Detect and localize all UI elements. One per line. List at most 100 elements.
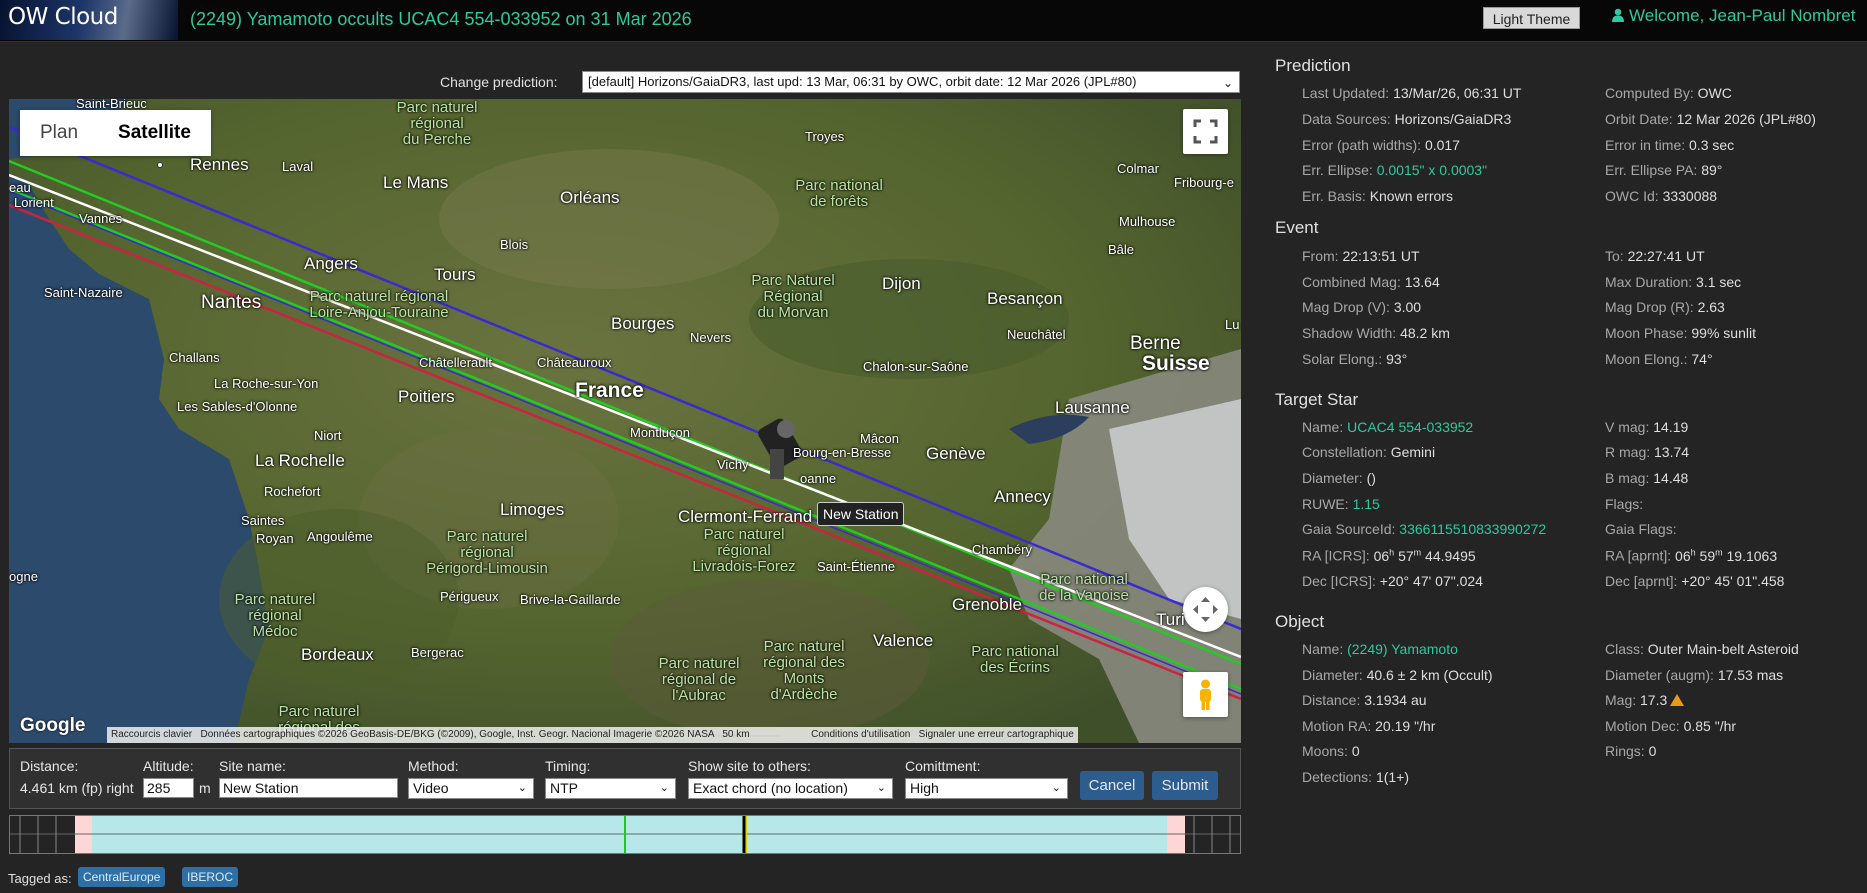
field-label: RUWE: (1302, 496, 1349, 512)
camera-control-button[interactable] (1183, 587, 1228, 632)
field-label: Moon Elong.: (1605, 351, 1688, 367)
show-site-select[interactable]: Exact chord (no location) ⌄ (688, 778, 893, 799)
place-label: Grenoble (952, 595, 1022, 614)
place-label: Angers (304, 254, 358, 273)
map-scale: 50 km (722, 729, 750, 740)
field-label: Orbit Date: (1605, 111, 1673, 127)
ra-icrs-minutes: 57 (1398, 547, 1414, 564)
place-label: Orléans (560, 188, 620, 207)
tab-satellite[interactable]: Satellite (98, 110, 211, 156)
satellite-map[interactable]: Plan Satellite Saint-Brieuc Rennes Laval… (9, 99, 1241, 743)
place-label: La Roche-sur-Yon (214, 376, 319, 391)
from-value: 22:13:51 UT (1342, 248, 1420, 264)
place-label: Suisse (1142, 352, 1210, 375)
field-label: Gaia SourceId: (1302, 521, 1396, 537)
ra-aprnt-seconds: 19.1063 (1726, 547, 1778, 564)
street-view-pegman-button[interactable] (1183, 672, 1228, 717)
place-label: Blois (500, 237, 529, 252)
place-label: Chambéry (972, 542, 1032, 557)
place-label: Bordeaux (301, 645, 374, 664)
park-label: Parc national des Écrins (971, 643, 1059, 676)
field-label: Mag: (1605, 692, 1637, 708)
map-attribution: Raccourcis clavier Données cartographiqu… (107, 727, 1078, 743)
field-label: Diameter (augm): (1605, 667, 1714, 683)
field-label: Diameter: (1302, 470, 1363, 486)
prediction-select-value: [default] Horizons/GaiaDR3, last upd: 13… (588, 74, 1137, 89)
ra-aprnt-minutes: 59 (1699, 547, 1716, 564)
computed-by-value: OWC (1697, 85, 1732, 101)
tab-plan[interactable]: Plan (20, 110, 98, 156)
app-logo[interactable]: OW Cloud (0, 0, 178, 40)
report-error-link[interactable]: Signaler une erreur cartographique (919, 729, 1074, 740)
warning-icon[interactable] (1670, 694, 1685, 706)
welcome-user-link[interactable]: Welcome, Jean-Paul Nombret (1612, 6, 1855, 26)
field-label: Motion RA: (1302, 718, 1372, 734)
mag-value: 17.3 (1640, 692, 1668, 708)
motion-dec-value: 0.85 "/hr (1683, 718, 1737, 734)
light-theme-button[interactable]: Light Theme (1483, 7, 1580, 29)
field-label: R mag: (1605, 444, 1651, 460)
data-sources-value: Horizons/GaiaDR3 (1394, 111, 1512, 127)
park-label: Parc naturel régional des Monts d'Ardèche (763, 638, 845, 703)
place-label: Annecy (994, 487, 1051, 506)
place-label: eau (9, 180, 31, 195)
timing-select[interactable]: NTP ⌄ (545, 778, 676, 799)
field-label: Class: (1605, 641, 1644, 657)
google-logo: Google (20, 715, 86, 736)
field-label: Mag Drop (R): (1605, 299, 1694, 315)
park-label: Parc Naturel Régional du Morvan (751, 272, 835, 321)
constellation-value: Gemini (1390, 444, 1436, 460)
fullscreen-button[interactable] (1183, 109, 1228, 154)
err-ellipse-link[interactable]: 0.0015" x 0.0003" (1377, 162, 1487, 178)
site-name-label: Site name: (219, 758, 286, 774)
move-arrows-icon (1193, 597, 1218, 622)
method-select[interactable]: Video ⌄ (408, 778, 534, 799)
place-label: Niort (314, 428, 342, 443)
chord-timeline[interactable] (9, 815, 1241, 854)
field-label: Dec [aprnt]: (1605, 573, 1678, 589)
timeline-graphic (10, 816, 1240, 853)
commitment-select[interactable]: High ⌄ (905, 778, 1068, 799)
prediction-select[interactable]: [default] Horizons/GaiaDR3, last upd: 13… (582, 71, 1240, 93)
method-label: Method: (408, 758, 459, 774)
place-label: Rochefort (264, 484, 321, 499)
field-label: Moon Phase: (1605, 325, 1688, 341)
object-name-link[interactable]: (2249) Yamamoto (1347, 641, 1458, 657)
bmag-value: 14.48 (1653, 470, 1689, 486)
park-label: Parc national de forêts (795, 177, 883, 210)
place-label: Fribourg-e (1174, 175, 1234, 190)
place-label: Vannes (79, 211, 123, 226)
gaia-source-link[interactable]: 3366115510833990272 (1399, 521, 1546, 537)
event-title: (2249) Yamamoto occults UCAC4 554-033952… (190, 9, 692, 29)
field-label: Max Duration: (1605, 274, 1693, 290)
terms-link[interactable]: Conditions d'utilisation (811, 729, 910, 740)
moon-phase-value: 99% sunlit (1691, 325, 1756, 341)
keyboard-shortcuts-link[interactable]: Raccourcis clavier (111, 729, 192, 740)
distance-value: 3.1934 au (1364, 692, 1427, 708)
place-label: Bergerac (411, 645, 464, 660)
altitude-input[interactable]: 285 (143, 778, 194, 798)
field-label: Motion Dec: (1605, 718, 1680, 734)
vmag-value: 14.19 (1653, 419, 1689, 435)
place-label: Turi (1156, 610, 1185, 629)
place-label: Colmar (1117, 161, 1159, 176)
star-name-link[interactable]: UCAC4 554-033952 (1347, 419, 1473, 435)
tag-badge[interactable]: IBEROC (182, 867, 239, 887)
site-name-input[interactable]: New Station (219, 778, 398, 798)
field-label: Detections: (1302, 769, 1373, 785)
place-label: Lausanne (1055, 398, 1130, 417)
pegman-icon (1200, 679, 1211, 710)
place-label: Saint-Étienne (817, 559, 896, 574)
submit-button[interactable]: Submit (1152, 771, 1218, 800)
tag-badge[interactable]: CentralEurope (78, 867, 166, 887)
dec-icrs-value: +20° 47' 07".024 (1379, 573, 1483, 589)
place-label: Challans (169, 350, 220, 365)
method-value: Video (413, 780, 449, 796)
cancel-button[interactable]: Cancel (1080, 771, 1144, 800)
field-label: Moons: (1302, 743, 1348, 759)
ruwe-link[interactable]: 1.15 (1353, 496, 1380, 512)
place-label: La Rochelle (255, 451, 345, 470)
chevron-down-icon: ⌄ (876, 782, 886, 794)
field-label: Mag Drop (V): (1302, 299, 1390, 315)
distance-value: 4.461 km (fp) right (20, 780, 134, 796)
